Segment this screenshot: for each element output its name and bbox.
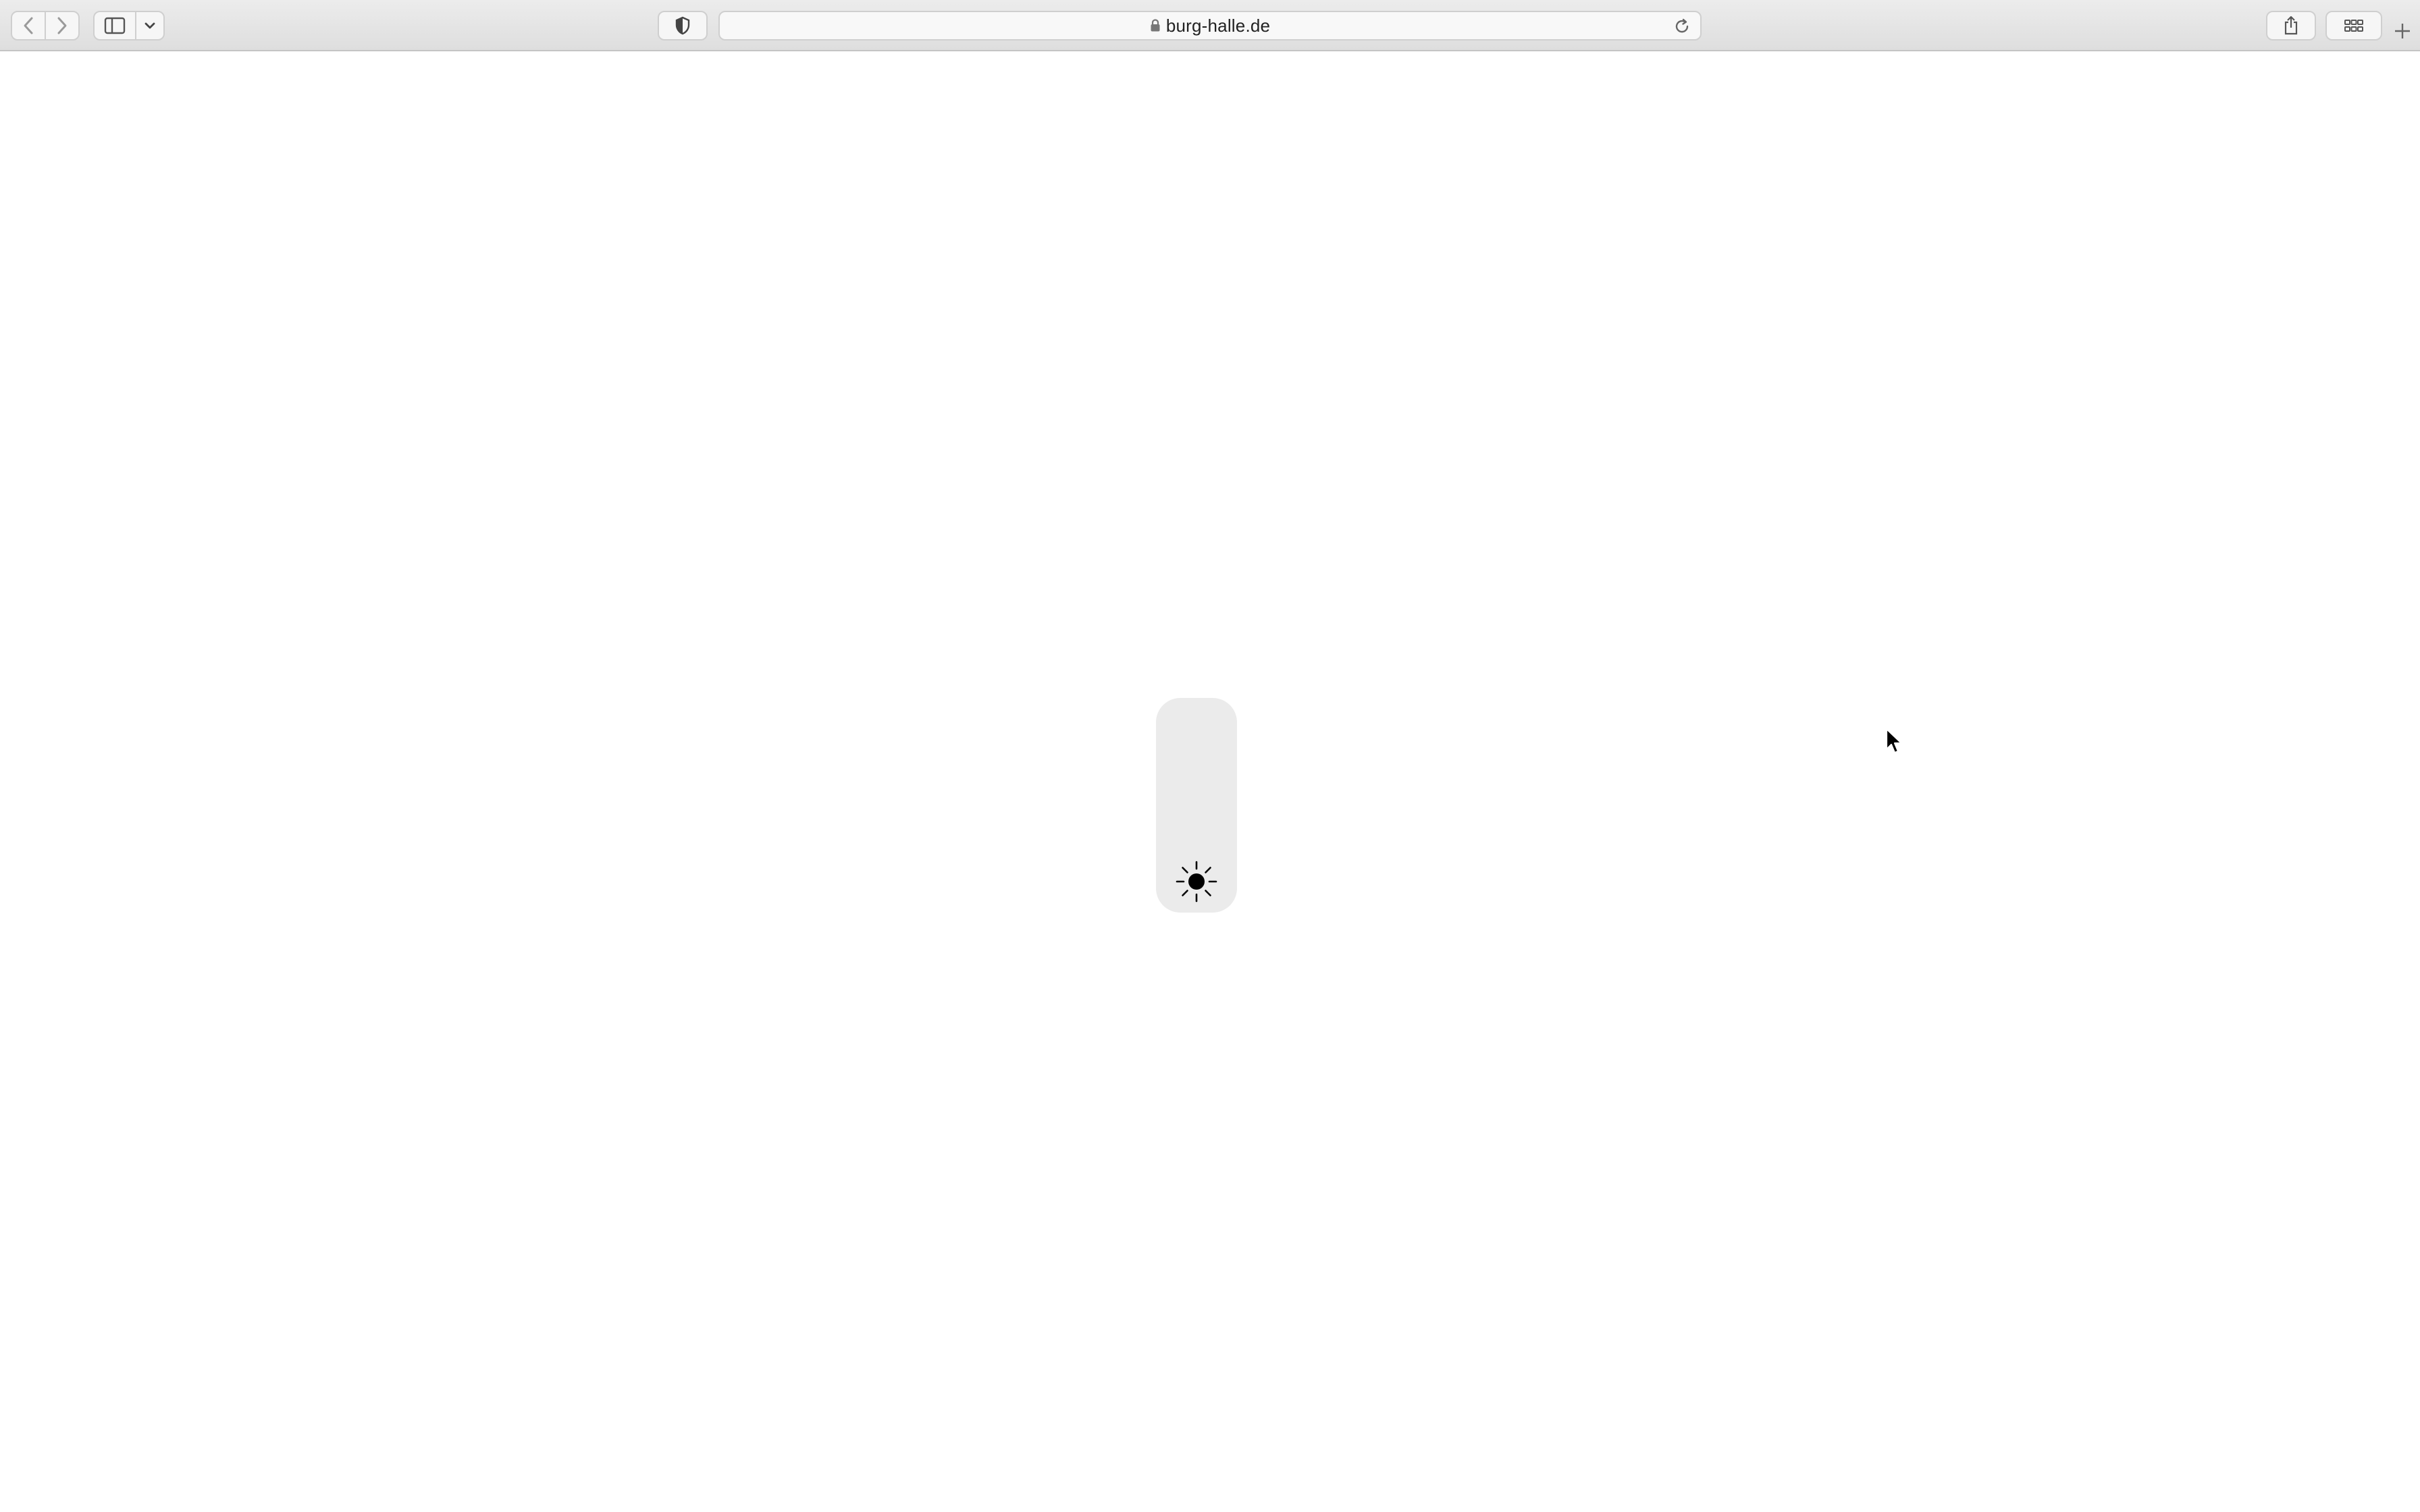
url-text: burg-halle.de: [1165, 15, 1271, 36]
address-bar[interactable]: burg-halle.de: [718, 11, 1702, 40]
new-tab-button[interactable]: [2389, 18, 2416, 45]
forward-button[interactable]: [45, 11, 80, 40]
chevron-left-icon: [24, 17, 33, 34]
theme-toggle[interactable]: [1156, 698, 1237, 913]
sidebar-toggle-button[interactable]: [93, 11, 136, 40]
reload-icon[interactable]: [1673, 18, 1691, 35]
chevron-right-icon: [57, 17, 67, 34]
browser-toolbar: burg-halle.de: [0, 0, 2420, 51]
shield-icon: [675, 16, 690, 35]
sidebar-icon: [104, 17, 126, 34]
chevron-down-icon: [144, 22, 155, 29]
tab-overview-button[interactable]: [2325, 11, 2382, 40]
lock-icon: [1151, 19, 1160, 32]
grid-icon: [2344, 20, 2363, 32]
privacy-report-button[interactable]: [658, 11, 708, 40]
plus-icon: [2395, 24, 2410, 38]
share-button[interactable]: [2266, 11, 2316, 40]
back-button[interactable]: [11, 11, 46, 40]
sidebar-menu-button[interactable]: [135, 11, 165, 40]
sun-icon: [1176, 861, 1217, 902]
address-content: burg-halle.de: [1150, 16, 1270, 36]
mouse-cursor-icon: [1885, 728, 1903, 754]
share-icon: [2284, 16, 2298, 35]
